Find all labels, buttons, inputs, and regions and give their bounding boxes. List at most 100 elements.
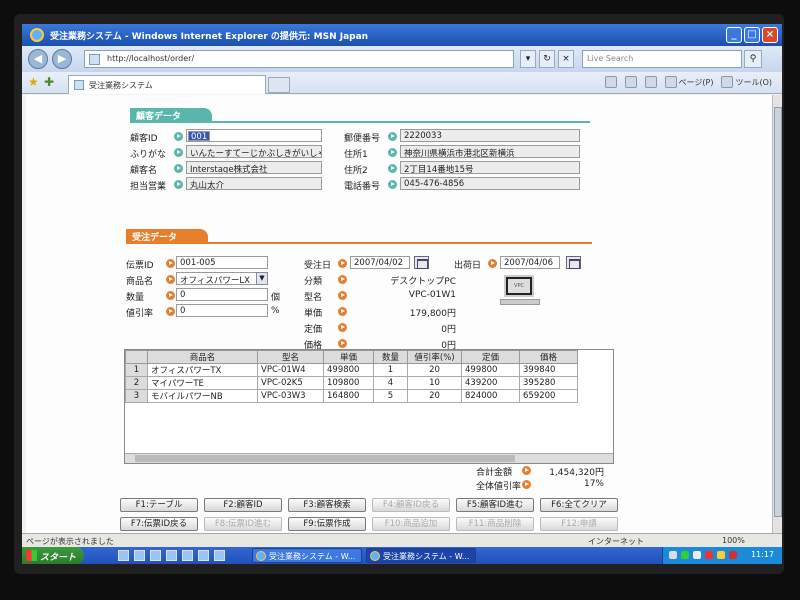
scroll-thumb[interactable] bbox=[774, 107, 782, 517]
zoom-level[interactable]: 100% bbox=[722, 536, 745, 545]
go-dropdown-icon[interactable]: ▾ bbox=[520, 50, 536, 68]
f11-delete-product-button[interactable]: F11:商品削除 bbox=[456, 517, 534, 531]
taskbar-window-1[interactable]: 受注業務システム - W... bbox=[252, 548, 362, 563]
start-label: スタート bbox=[40, 553, 77, 563]
quicklaunch-ie-icon[interactable] bbox=[118, 550, 129, 561]
address-input[interactable]: http://localhost/order/ bbox=[84, 50, 514, 68]
start-button[interactable]: スタート bbox=[22, 547, 84, 564]
column-header[interactable]: 値引率(%) bbox=[407, 350, 462, 364]
quicklaunch-app-icon[interactable] bbox=[182, 550, 193, 561]
customer-name-label: 顧客名 bbox=[130, 166, 158, 176]
column-header[interactable]: 単価 bbox=[323, 350, 374, 364]
search-input[interactable]: Live Search bbox=[582, 50, 742, 68]
f12-apply-button[interactable]: F12:申請 bbox=[540, 517, 618, 531]
page-vertical-scrollbar[interactable] bbox=[772, 95, 782, 533]
customer-id-field[interactable]: 001 bbox=[186, 129, 322, 142]
f4-customer-prev-button[interactable]: F4:顧客ID戻る bbox=[372, 498, 450, 512]
slip-id-field[interactable]: 001-005 bbox=[176, 256, 268, 269]
column-header[interactable]: 数量 bbox=[373, 350, 408, 364]
table-row[interactable]: 3 モバイルパワーNB VPC-03W3 164800 5 20 824000 … bbox=[125, 389, 578, 403]
table-cell[interactable]: 5 bbox=[373, 389, 408, 403]
column-header[interactable]: 商品名 bbox=[147, 350, 258, 364]
f3-customer-search-button[interactable]: F3:顧客検索 bbox=[288, 498, 366, 512]
tray-security-icon[interactable] bbox=[705, 551, 713, 559]
f10-add-product-button[interactable]: F10:商品追加 bbox=[372, 517, 450, 531]
add-favorite-icon[interactable]: ✚ bbox=[44, 75, 54, 89]
table-cell[interactable]: 659200 bbox=[519, 389, 578, 403]
forward-button[interactable]: ▶ bbox=[52, 49, 72, 69]
table-cell[interactable]: 499800 bbox=[323, 363, 374, 377]
f9-create-slip-button[interactable]: F9:伝票作成 bbox=[288, 517, 366, 531]
table-cell[interactable]: 4 bbox=[373, 376, 408, 390]
quicklaunch-media-icon[interactable] bbox=[150, 550, 161, 561]
table-cell[interactable]: オフィスパワーTX bbox=[147, 363, 258, 377]
quicklaunch-app-icon[interactable] bbox=[214, 550, 225, 561]
table-cell[interactable]: 20 bbox=[407, 363, 462, 377]
table-cell[interactable]: 399840 bbox=[519, 363, 578, 377]
tab-order-system[interactable]: 受注業務システム bbox=[68, 75, 266, 94]
quantity-field[interactable]: 0 bbox=[176, 288, 268, 301]
quicklaunch-mail-icon[interactable] bbox=[134, 550, 145, 561]
table-cell[interactable]: 164800 bbox=[323, 389, 374, 403]
print-command[interactable] bbox=[644, 76, 657, 88]
f1-table-button[interactable]: F1:テーブル bbox=[120, 498, 198, 512]
table-cell[interactable]: 109800 bbox=[323, 376, 374, 390]
quicklaunch-desktop-icon[interactable] bbox=[166, 550, 177, 561]
minimize-button[interactable]: _ bbox=[726, 27, 742, 43]
table-cell[interactable]: 395280 bbox=[519, 376, 578, 390]
table-cell[interactable]: 499800 bbox=[461, 363, 520, 377]
tray-app-icon[interactable] bbox=[729, 551, 737, 559]
favorites-star-icon[interactable]: ★ bbox=[28, 75, 39, 89]
table-cell[interactable]: モバイルパワーNB bbox=[147, 389, 258, 403]
row-number: 3 bbox=[125, 389, 148, 403]
f8-slip-next-button[interactable]: F8:伝票ID進む bbox=[204, 517, 282, 531]
search-icon[interactable]: ⚲ bbox=[744, 50, 762, 68]
restore-button[interactable]: □ bbox=[744, 27, 760, 43]
calendar-icon[interactable] bbox=[414, 256, 429, 269]
back-button[interactable]: ◀ bbox=[28, 49, 48, 69]
page-menu[interactable]: ページ(P) bbox=[664, 76, 714, 88]
feeds-command[interactable] bbox=[624, 76, 637, 88]
column-header[interactable]: 定価 bbox=[461, 350, 520, 364]
home-command[interactable] bbox=[604, 76, 617, 88]
grid-horizontal-scrollbar[interactable] bbox=[125, 453, 613, 463]
quicklaunch-app-icon[interactable] bbox=[198, 550, 209, 561]
table-cell[interactable]: 439200 bbox=[461, 376, 520, 390]
chevron-down-icon[interactable]: ▼ bbox=[256, 272, 268, 285]
close-button[interactable]: × bbox=[762, 27, 778, 43]
taskbar-window-2[interactable]: 受注業務システム - W... bbox=[366, 548, 476, 563]
table-cell[interactable]: VPC-02K5 bbox=[257, 376, 324, 390]
model-label: 型名 bbox=[304, 293, 323, 303]
table-cell[interactable]: VPC-03W3 bbox=[257, 389, 324, 403]
tray-network-icon[interactable] bbox=[669, 551, 677, 559]
table-cell[interactable]: 824000 bbox=[461, 389, 520, 403]
table-cell[interactable]: マイパワーTE bbox=[147, 376, 258, 390]
tray-app-icon[interactable] bbox=[717, 551, 725, 559]
stop-icon[interactable]: × bbox=[558, 50, 574, 68]
tools-menu[interactable]: ツール(O) bbox=[721, 76, 772, 88]
table-cell[interactable]: 1 bbox=[373, 363, 408, 377]
f6-clear-all-button[interactable]: F6:全てクリア bbox=[540, 498, 618, 512]
column-header[interactable]: 価格 bbox=[519, 350, 578, 364]
tray-app-icon[interactable] bbox=[681, 551, 689, 559]
scroll-thumb[interactable] bbox=[135, 455, 515, 462]
f2-customer-id-button[interactable]: F2:顧客ID bbox=[204, 498, 282, 512]
discount-field[interactable]: 0 bbox=[176, 304, 268, 317]
column-header[interactable]: 型名 bbox=[257, 350, 324, 364]
product-select[interactable]: オフィスパワーLX bbox=[176, 272, 268, 285]
order-date-field[interactable]: 2007/04/02 bbox=[350, 256, 410, 269]
ship-date-field[interactable]: 2007/04/06 bbox=[500, 256, 560, 269]
table-cell[interactable]: 20 bbox=[407, 389, 462, 403]
f7-slip-prev-button[interactable]: F7:伝票ID戻る bbox=[120, 517, 198, 531]
table-row[interactable]: 2 マイパワーTE VPC-02K5 109800 4 10 439200 39… bbox=[125, 376, 578, 390]
table-cell[interactable]: 10 bbox=[407, 376, 462, 390]
table-row[interactable]: 1 オフィスパワーTX VPC-01W4 499800 1 20 499800 … bbox=[125, 363, 578, 377]
f5-customer-next-button[interactable]: F5:顧客ID進む bbox=[456, 498, 534, 512]
page-menu-label: ページ(P) bbox=[678, 77, 714, 87]
table-cell[interactable]: VPC-01W4 bbox=[257, 363, 324, 377]
calendar-icon[interactable] bbox=[566, 256, 581, 269]
tray-app-icon[interactable] bbox=[693, 551, 701, 559]
order-lines-grid[interactable]: 商品名 型名 単価 数量 値引率(%) 定価 価格 1 オフィスパワーTX VP… bbox=[124, 349, 614, 464]
new-tab-button[interactable] bbox=[268, 77, 290, 93]
refresh-icon[interactable]: ↻ bbox=[539, 50, 555, 68]
